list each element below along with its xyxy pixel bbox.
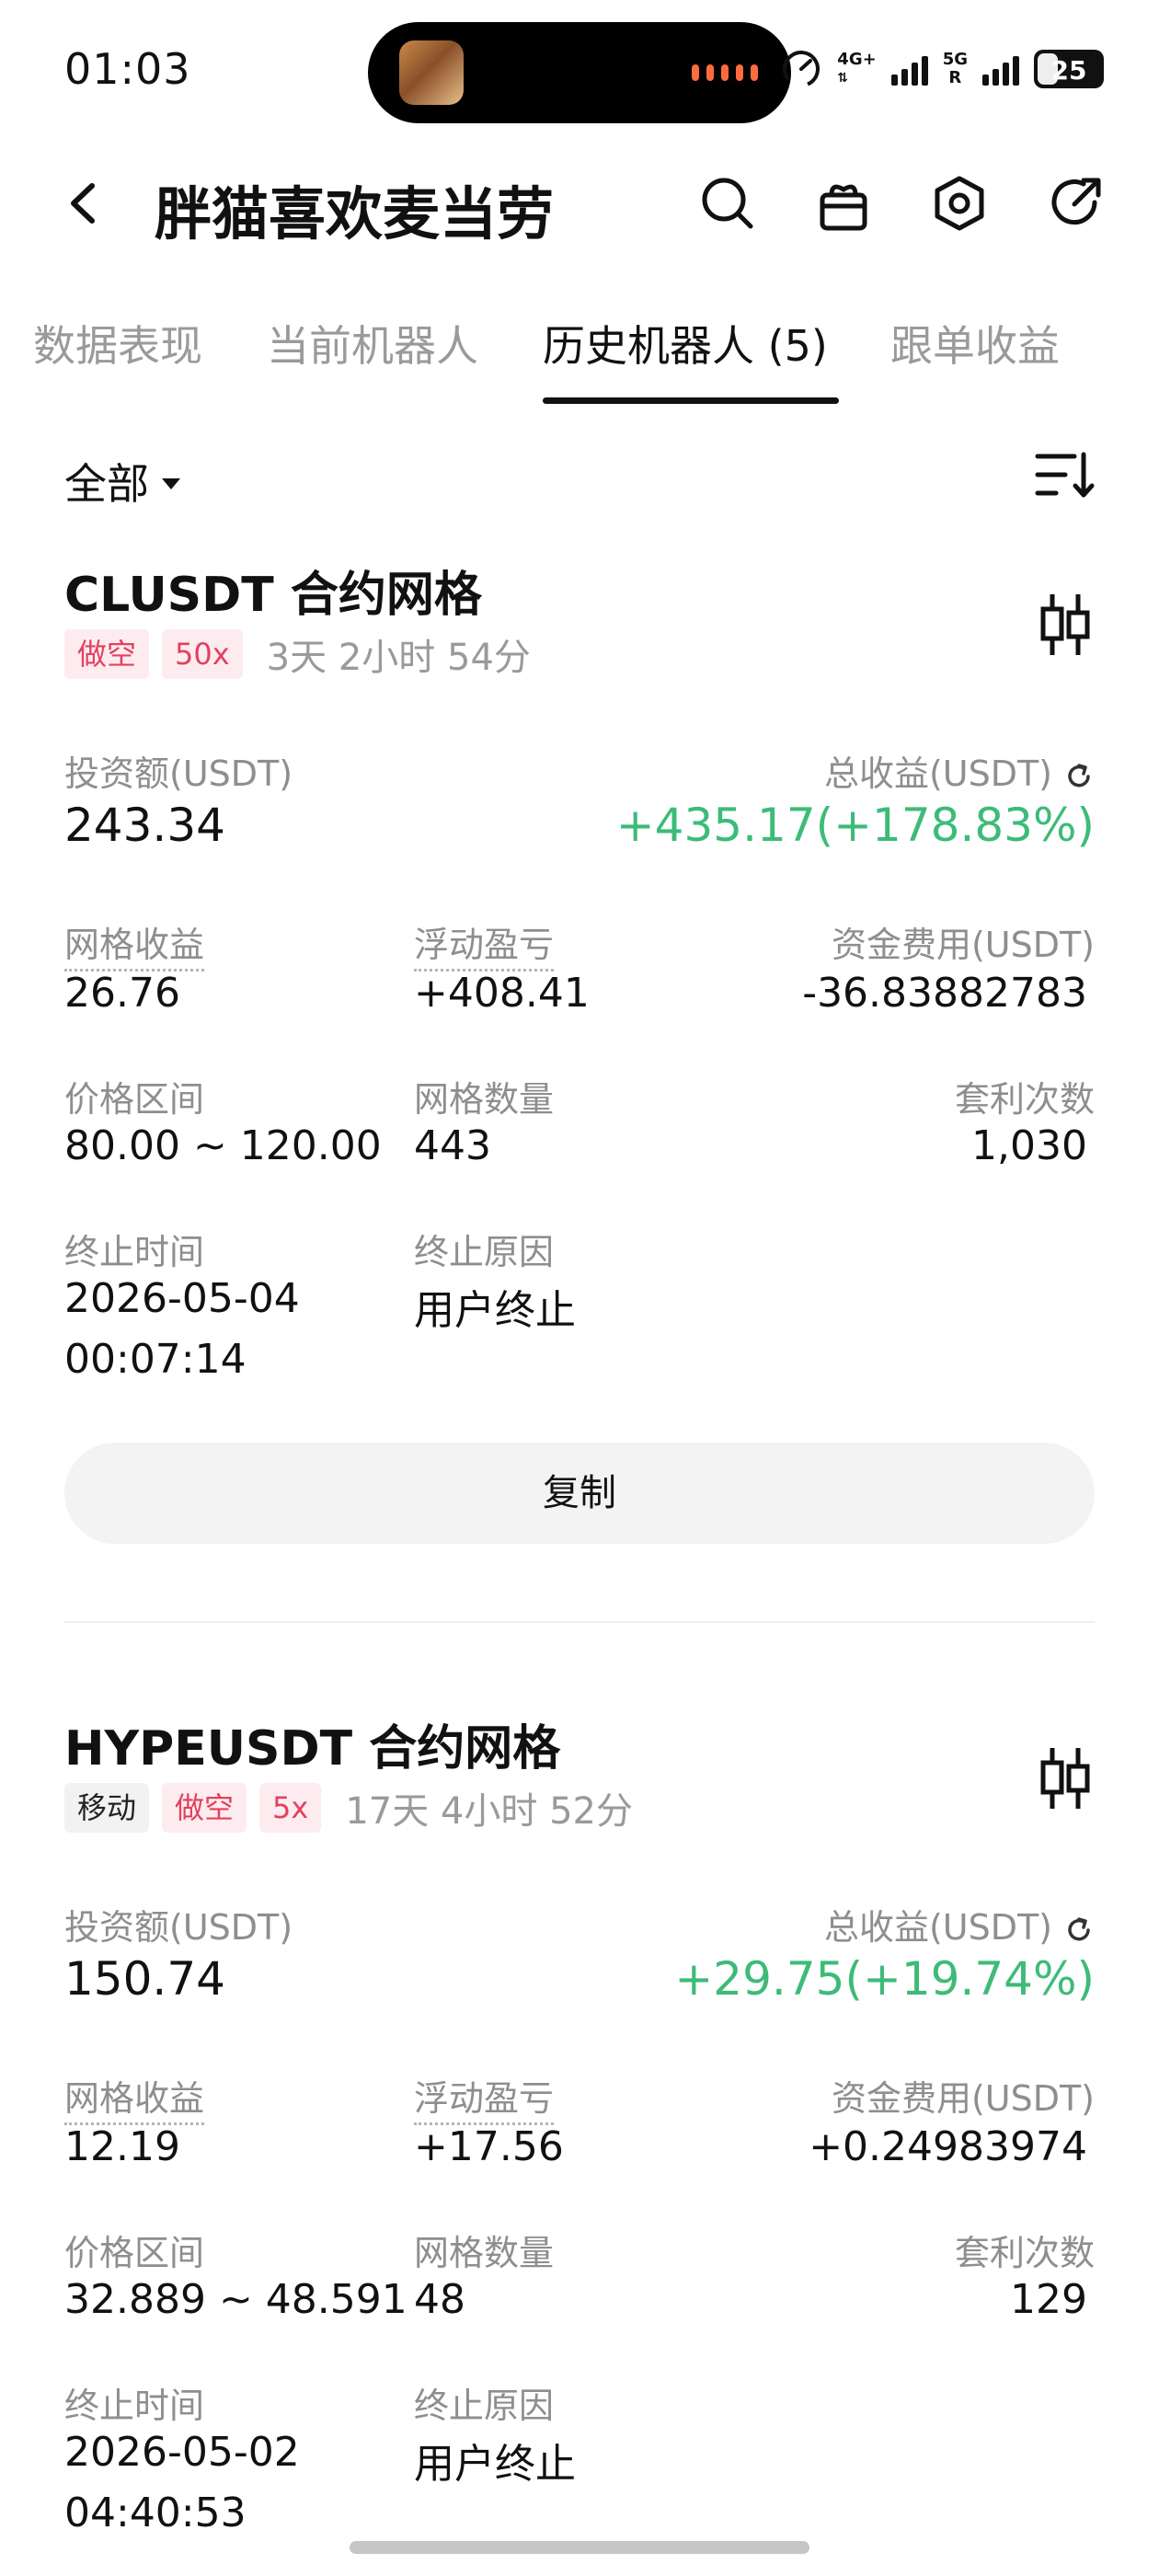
app-header: 胖猫喜欢麦当劳 bbox=[0, 147, 1159, 258]
grid-count-value: 443 bbox=[414, 1122, 491, 1169]
speed-meter-icon bbox=[783, 51, 820, 87]
arbitrage-count-label: 套利次数 bbox=[954, 2233, 1095, 2273]
total-profit-value: +435.17(+178.83%) bbox=[615, 799, 1095, 852]
floating-pnl-value: +17.56 bbox=[414, 2123, 564, 2170]
card-divider bbox=[64, 1621, 1095, 1623]
funding-fee-label: 资金费用(USDT) bbox=[831, 2078, 1095, 2119]
total-profit-value: +29.75(+19.74%) bbox=[674, 1952, 1095, 2006]
end-time-value: 04:40:53 bbox=[64, 2490, 247, 2528]
filter-row: 全部 bbox=[0, 442, 1159, 515]
signal-bars-icon bbox=[890, 52, 928, 86]
run-duration: 17天 4小时 52分 bbox=[345, 1790, 634, 1833]
price-range-label: 价格区间 bbox=[64, 1079, 205, 1120]
active-tab-indicator bbox=[543, 397, 839, 404]
caret-down-icon bbox=[162, 478, 180, 489]
now-playing-avatar bbox=[399, 40, 464, 105]
price-range-value: 80.00 ~ 120.00 bbox=[64, 1122, 382, 1169]
grid-count-label: 网格数量 bbox=[414, 1079, 555, 1120]
candlestick-chart-icon[interactable] bbox=[1036, 591, 1095, 659]
status-indicators: 4G+ ⇅ 5G R 25 bbox=[780, 37, 1104, 101]
battery-icon: 25 bbox=[1034, 50, 1104, 88]
total-profit-label-text: 总收益(USDT) bbox=[823, 753, 1052, 794]
total-profit-label-text: 总收益(USDT) bbox=[823, 1907, 1052, 1948]
network-type-4g: 4G+ bbox=[837, 50, 877, 69]
price-range-label: 价格区间 bbox=[64, 2233, 205, 2273]
end-time-label: 终止时间 bbox=[64, 2386, 205, 2426]
end-date-value: 2026-05-02 bbox=[64, 2429, 300, 2476]
bot-tags: 做空 50x 3天 2小时 54分 bbox=[64, 627, 531, 681]
total-profit-label[interactable]: 总收益(USDT) bbox=[824, 745, 1095, 796]
invest-value: 150.74 bbox=[64, 1952, 225, 2006]
share-icon[interactable] bbox=[1043, 171, 1107, 236]
floating-pnl-label[interactable]: 浮动盈亏 bbox=[414, 916, 555, 972]
roaming-label: R bbox=[948, 68, 962, 87]
bot-title: CLUSDT 合约网格 bbox=[64, 568, 482, 623]
tab-current-bots[interactable]: 当前机器人 bbox=[267, 313, 478, 374]
bot-card[interactable]: CLUSDT 合约网格 做空 50x 3天 2小时 54分 投资额(USDT) … bbox=[64, 556, 1095, 1586]
end-time-value: 00:07:14 bbox=[64, 1336, 247, 1383]
tag-leverage: 50x bbox=[162, 629, 243, 679]
grid-profit-value: 26.76 bbox=[64, 970, 180, 1017]
tab-bar: 数据表现 当前机器人 历史机器人 (5) 跟单收益 bbox=[0, 304, 1159, 414]
grid-count-value: 48 bbox=[414, 2276, 465, 2323]
home-indicator[interactable] bbox=[350, 2541, 809, 2554]
end-reason-label: 终止原因 bbox=[414, 2386, 555, 2426]
end-reason-value: 用户终止 bbox=[414, 1287, 576, 1334]
floating-pnl-value: +408.41 bbox=[414, 970, 590, 1017]
tab-history-bots[interactable]: 历史机器人 (5) bbox=[543, 313, 828, 374]
network-type-5g: 5G bbox=[942, 50, 968, 69]
dynamic-island[interactable] bbox=[368, 22, 791, 123]
filter-label: 全部 bbox=[64, 459, 149, 509]
tag-leverage: 5x bbox=[259, 1783, 322, 1833]
grid-count-label: 网格数量 bbox=[414, 2233, 555, 2273]
battery-percent: 25 bbox=[1050, 55, 1087, 86]
candlestick-chart-icon[interactable] bbox=[1036, 1744, 1095, 1812]
end-date-value: 2026-05-04 bbox=[64, 1275, 300, 1322]
signal-bars-2-icon bbox=[982, 52, 1019, 86]
run-duration: 3天 2小时 54分 bbox=[266, 637, 531, 679]
bot-title: HYPEUSDT 合约网格 bbox=[64, 1721, 561, 1777]
audio-wave-icon bbox=[692, 64, 758, 81]
gift-icon[interactable] bbox=[811, 171, 876, 236]
end-reason-label: 终止原因 bbox=[414, 1232, 555, 1272]
invest-label: 投资额(USDT) bbox=[64, 753, 293, 794]
grid-profit-value: 12.19 bbox=[64, 2123, 180, 2170]
filter-dropdown[interactable]: 全部 bbox=[64, 451, 180, 512]
tab-performance[interactable]: 数据表现 bbox=[33, 313, 202, 374]
funding-fee-value: +0.24983974 bbox=[809, 2123, 1087, 2170]
arbitrage-count-label: 套利次数 bbox=[954, 1079, 1095, 1120]
invest-label: 投资额(USDT) bbox=[64, 1907, 293, 1948]
back-icon[interactable] bbox=[52, 171, 116, 236]
refresh-icon[interactable] bbox=[1063, 1915, 1095, 1946]
floating-pnl-label[interactable]: 浮动盈亏 bbox=[414, 2070, 555, 2125]
bot-tags: 移动 做空 5x 17天 4小时 52分 bbox=[64, 1781, 633, 1834]
status-bar: 01:03 4G+ ⇅ 5G R 25 bbox=[0, 0, 1159, 138]
price-range-value: 32.889 ~ 48.591 bbox=[64, 2276, 407, 2323]
arbitrage-count-value: 129 bbox=[1010, 2276, 1087, 2323]
page-title: 胖猫喜欢麦当劳 bbox=[155, 180, 555, 247]
search-icon[interactable] bbox=[695, 171, 760, 236]
funding-fee-value: -36.83882783 bbox=[802, 970, 1087, 1017]
settings-icon[interactable] bbox=[927, 171, 992, 236]
invest-value: 243.34 bbox=[64, 799, 225, 852]
refresh-icon[interactable] bbox=[1063, 761, 1095, 792]
data-arrows-icon: ⇅ bbox=[837, 71, 849, 86]
grid-profit-label[interactable]: 网格收益 bbox=[64, 916, 205, 972]
funding-fee-label: 资金费用(USDT) bbox=[831, 925, 1095, 965]
tag-short: 做空 bbox=[64, 629, 150, 679]
tag-trailing: 移动 bbox=[64, 1783, 150, 1833]
copy-button[interactable]: 复制 bbox=[64, 1443, 1095, 1544]
bot-card[interactable]: HYPEUSDT 合约网格 移动 做空 5x 17天 4小时 52分 投资额(U… bbox=[64, 1709, 1095, 2528]
tab-copy-profit[interactable]: 跟单收益 bbox=[890, 313, 1060, 374]
end-reason-value: 用户终止 bbox=[414, 2441, 576, 2488]
sort-icon[interactable] bbox=[1034, 447, 1095, 502]
end-time-label: 终止时间 bbox=[64, 1232, 205, 1272]
grid-profit-label[interactable]: 网格收益 bbox=[64, 2070, 205, 2125]
status-time: 01:03 bbox=[64, 44, 191, 94]
arbitrage-count-value: 1,030 bbox=[971, 1122, 1087, 1169]
tag-short: 做空 bbox=[162, 1783, 247, 1833]
total-profit-label[interactable]: 总收益(USDT) bbox=[824, 1899, 1095, 1949]
